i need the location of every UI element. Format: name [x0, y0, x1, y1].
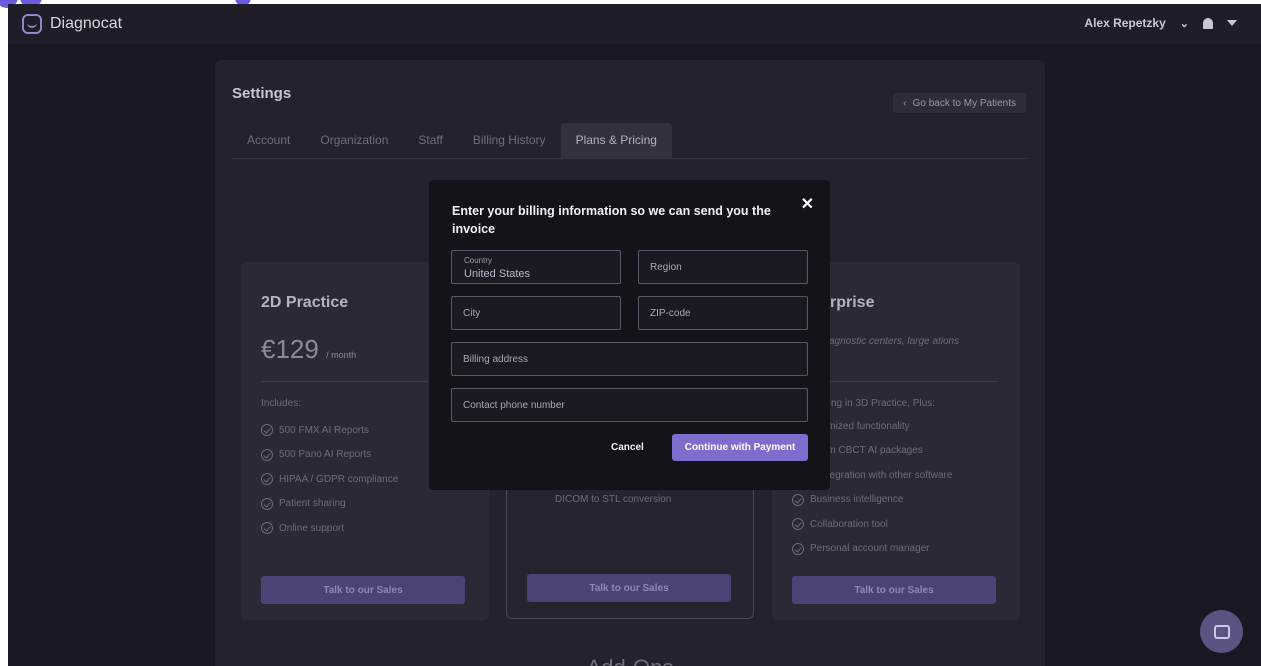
plan-name: rprise — [830, 294, 875, 311]
list-item: Personal account manager — [792, 537, 952, 562]
logo-icon — [22, 14, 42, 34]
user-menu: Alex Repetzky ⌄ — [1084, 16, 1237, 30]
back-button-label: Go back to My Patients — [912, 97, 1016, 109]
includes-label: Includes: — [261, 398, 302, 409]
plan-description: agnostic centers, large ations — [829, 336, 960, 347]
list-item: DICOM to STL conversion — [555, 493, 672, 505]
check-circle-icon — [261, 424, 273, 437]
tab-account[interactable]: Account — [232, 123, 305, 158]
country-label: Country — [464, 256, 493, 265]
billing-address-field[interactable] — [451, 342, 808, 376]
tab-organization[interactable]: Organization — [305, 123, 403, 158]
continue-with-payment-button[interactable]: Continue with Payment — [672, 434, 808, 461]
phone-input[interactable] — [452, 389, 807, 421]
talk-to-sales-button[interactable]: Talk to our Sales — [792, 576, 996, 604]
app-logo[interactable]: Diagnocat — [22, 14, 122, 34]
city-input[interactable] — [452, 297, 620, 329]
caret-down-icon[interactable] — [1227, 20, 1237, 26]
page-title: Settings — [232, 85, 292, 102]
top-bar: Diagnocat Alex Repetzky ⌄ — [8, 4, 1261, 44]
list-item: Collaboration tool — [792, 512, 952, 537]
plan-price: €129 / month — [261, 334, 357, 364]
addons-heading: Add-Ons — [215, 655, 1045, 666]
phone-field[interactable] — [451, 388, 808, 422]
back-arrow-icon: ‹ — [903, 97, 907, 109]
zip-input[interactable] — [639, 297, 807, 329]
plan-name: 2D Practice — [261, 294, 349, 311]
check-circle-icon — [261, 448, 273, 461]
check-circle-icon — [792, 518, 804, 531]
tab-plans-pricing[interactable]: Plans & Pricing — [560, 123, 672, 158]
city-field[interactable] — [451, 296, 621, 330]
list-item: Patient sharing — [261, 492, 398, 517]
tab-billing-history[interactable]: Billing History — [458, 123, 561, 158]
list-item: Online support — [261, 516, 398, 541]
app-name: Diagnocat — [50, 15, 123, 32]
billing-info-modal: Enter your billing information so we can… — [429, 180, 830, 490]
talk-to-sales-button[interactable]: Talk to our Sales — [527, 574, 731, 602]
user-name[interactable]: Alex Repetzky — [1084, 16, 1165, 30]
tab-staff[interactable]: Staff — [403, 123, 457, 158]
chat-support-button[interactable] — [1200, 610, 1243, 653]
check-circle-icon — [261, 473, 273, 486]
country-value: United States — [464, 268, 531, 280]
chat-icon — [1213, 624, 1230, 639]
chevron-down-icon[interactable]: ⌄ — [1180, 17, 1189, 30]
country-select[interactable]: Country United States — [451, 250, 621, 284]
includes-label: ng in 3D Practice, Plus: — [831, 398, 935, 409]
check-circle-icon — [261, 497, 273, 510]
close-icon[interactable]: ✕ — [801, 194, 814, 214]
settings-tabs: Account Organization Staff Billing Histo… — [232, 123, 1028, 159]
zip-field[interactable] — [638, 296, 808, 330]
check-circle-icon — [261, 522, 273, 535]
billing-address-input[interactable] — [452, 343, 807, 375]
talk-to-sales-button[interactable]: Talk to our Sales — [261, 576, 465, 604]
feature-list: DICOM to STL conversion — [555, 487, 671, 512]
list-item: Business intelligence — [792, 488, 952, 513]
list-item: HIPAA / GDPR compliance — [261, 467, 398, 492]
back-to-patients-button[interactable]: ‹ Go back to My Patients — [893, 93, 1026, 113]
cancel-button[interactable]: Cancel — [611, 442, 644, 453]
feature-list: 500 FMX AI Reports 500 Pano AI Reports H… — [261, 418, 398, 541]
region-input[interactable] — [639, 251, 807, 283]
check-circle-icon — [792, 542, 804, 555]
list-item: 500 Pano AI Reports — [261, 443, 398, 468]
modal-title: Enter your billing information so we can… — [452, 204, 771, 236]
region-field[interactable] — [638, 250, 808, 284]
list-item: 500 FMX AI Reports — [261, 418, 398, 443]
check-circle-icon — [792, 493, 804, 506]
bell-icon[interactable] — [1203, 17, 1213, 29]
